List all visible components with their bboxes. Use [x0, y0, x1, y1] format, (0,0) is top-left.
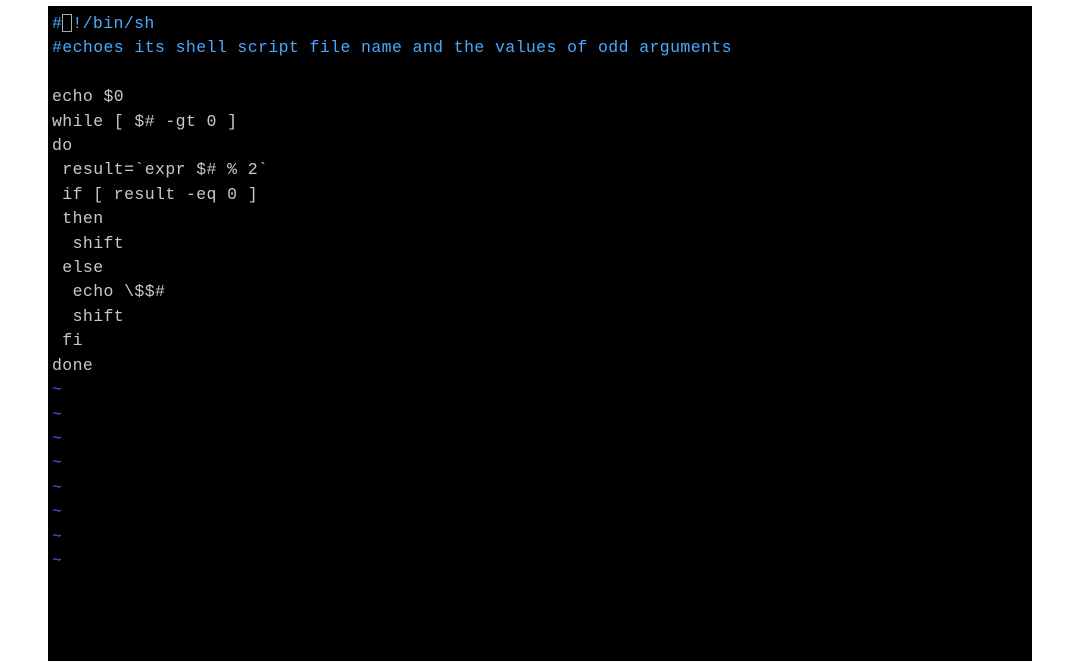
empty-line-marker: ~ [52, 525, 1028, 549]
empty-line-marker: ~ [52, 403, 1028, 427]
code-line: do [52, 134, 1028, 158]
shebang-hash: # [52, 14, 62, 33]
empty-line-marker: ~ [52, 451, 1028, 475]
terminal-editor[interactable]: # !/bin/sh #echoes its shell script file … [48, 6, 1032, 661]
code-line: shift [52, 305, 1028, 329]
code-line: else [52, 256, 1028, 280]
empty-line-marker: ~ [52, 427, 1028, 451]
code-line: #echoes its shell script file name and t… [52, 36, 1028, 60]
code-line: echo $0 [52, 85, 1028, 109]
empty-line-marker: ~ [52, 549, 1028, 573]
empty-line-marker: ~ [52, 378, 1028, 402]
code-line: echo \$$# [52, 280, 1028, 304]
text-cursor [62, 14, 72, 32]
code-line: fi [52, 329, 1028, 353]
code-line: done [52, 354, 1028, 378]
code-line: # !/bin/sh [52, 12, 1028, 36]
code-line: if [ result -eq 0 ] [52, 183, 1028, 207]
code-line: shift [52, 232, 1028, 256]
code-line: then [52, 207, 1028, 231]
code-line [52, 61, 1028, 85]
code-line: result=`expr $# % 2` [52, 158, 1028, 182]
shebang-rest: !/bin/sh [72, 14, 154, 33]
code-line: while [ $# -gt 0 ] [52, 110, 1028, 134]
empty-line-marker: ~ [52, 476, 1028, 500]
empty-line-marker: ~ [52, 500, 1028, 524]
